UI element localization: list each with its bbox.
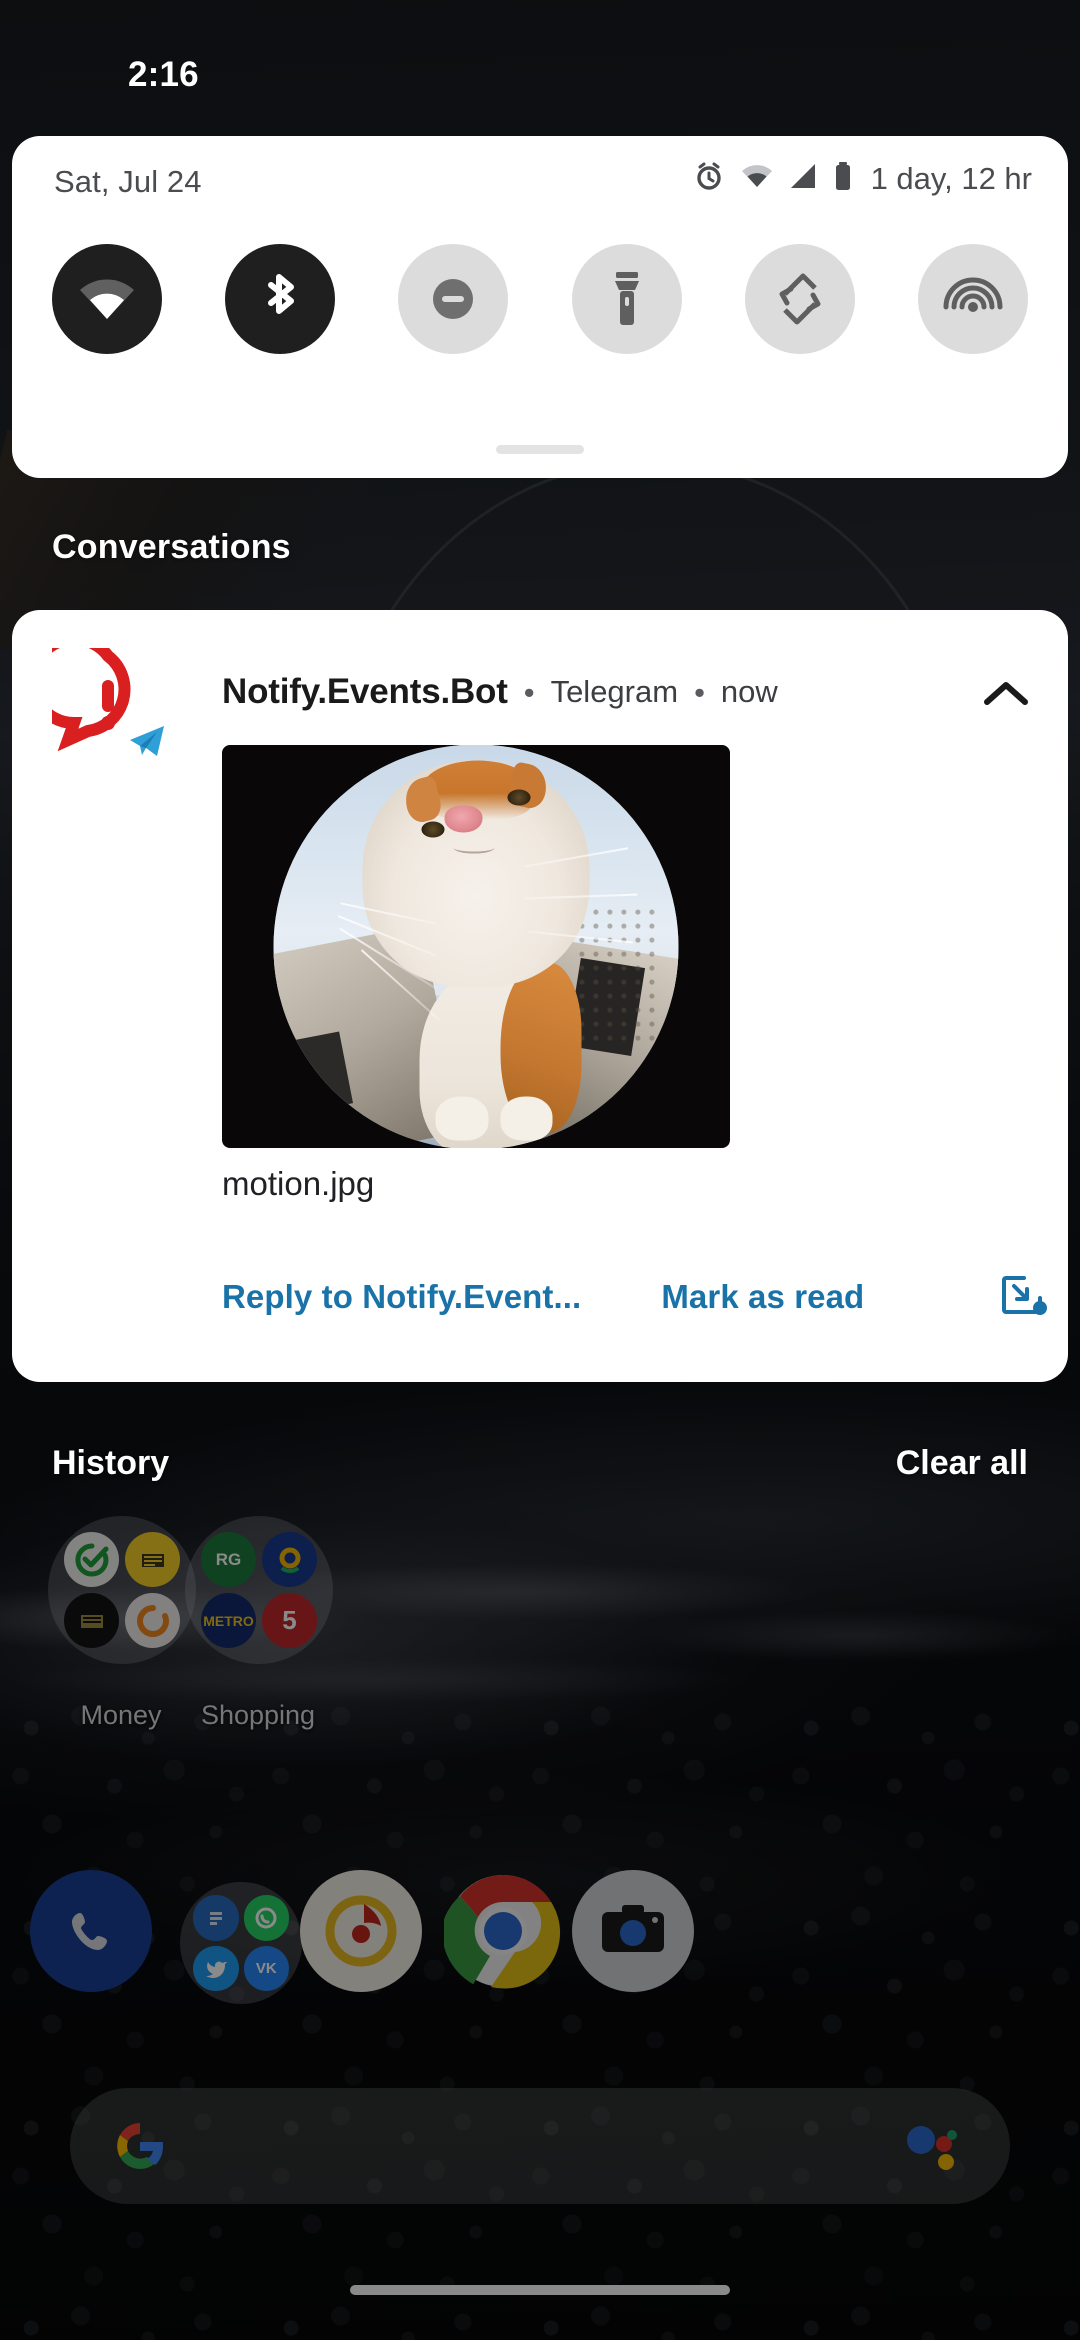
qs-date: Sat, Jul 24 [54, 164, 202, 199]
notification-header: Notify.Events.Bot • Telegram • now [222, 666, 1040, 718]
qs-tile-row [12, 244, 1068, 354]
conversations-section-title: Conversations [52, 528, 291, 566]
cellular-signal-icon [789, 162, 819, 195]
qs-tile-bluetooth[interactable] [225, 244, 336, 354]
qs-tile-hotspot[interactable] [917, 244, 1028, 354]
quick-settings-drag-handle[interactable] [496, 445, 584, 454]
separator-dot-1: • [523, 674, 535, 710]
qs-tile-do-not-disturb[interactable] [398, 244, 509, 354]
notification-time: now [720, 674, 778, 709]
quick-settings-panel[interactable]: Sat, Jul 24 1 day, 12 hr [12, 136, 1068, 478]
wifi-icon [740, 162, 774, 195]
clear-all-button[interactable]: Clear all [896, 1444, 1028, 1483]
notification-actions: Reply to Notify.Event... Mark as read [222, 1262, 1040, 1332]
android-notification-shade: Money RG METRO 5 Shopping VK 2:16 Sat, J… [0, 0, 1080, 2340]
qs-status-icons: 1 day, 12 hr [693, 160, 1032, 197]
history-label: History [52, 1444, 170, 1482]
notification-filename: motion.jpg [222, 1165, 375, 1202]
qs-tile-wifi[interactable] [52, 244, 162, 354]
telegram-badge-icon [126, 720, 168, 762]
qs-tile-auto-rotate[interactable] [744, 244, 855, 354]
notification-app-name: Notify.Events.Bot [222, 672, 508, 711]
reply-action[interactable]: Reply to Notify.Event... [222, 1278, 581, 1316]
quick-settings-header: Sat, Jul 24 1 day, 12 hr [12, 136, 1068, 232]
separator-dot-2: • [694, 674, 705, 710]
status-clock: 2:16 [128, 55, 199, 94]
fisheye-photo [273, 745, 679, 1148]
status-bar: 2:16 [0, 0, 1080, 132]
battery-icon [834, 161, 852, 196]
qs-tile-flashlight[interactable] [571, 244, 682, 354]
chevron-up-icon[interactable] [980, 668, 1032, 720]
notify-events-alert-icon [26, 633, 164, 760]
notification-source: Telegram [550, 674, 679, 709]
mark-as-read-action[interactable]: Mark as read [661, 1278, 864, 1316]
qs-battery-text: 1 day, 12 hr [870, 160, 1032, 196]
history-row: History Clear all [0, 1444, 1080, 1504]
notification-image-preview[interactable] [222, 745, 730, 1148]
alarm-icon [693, 160, 725, 197]
open-bubble-icon[interactable] [996, 1268, 1052, 1324]
